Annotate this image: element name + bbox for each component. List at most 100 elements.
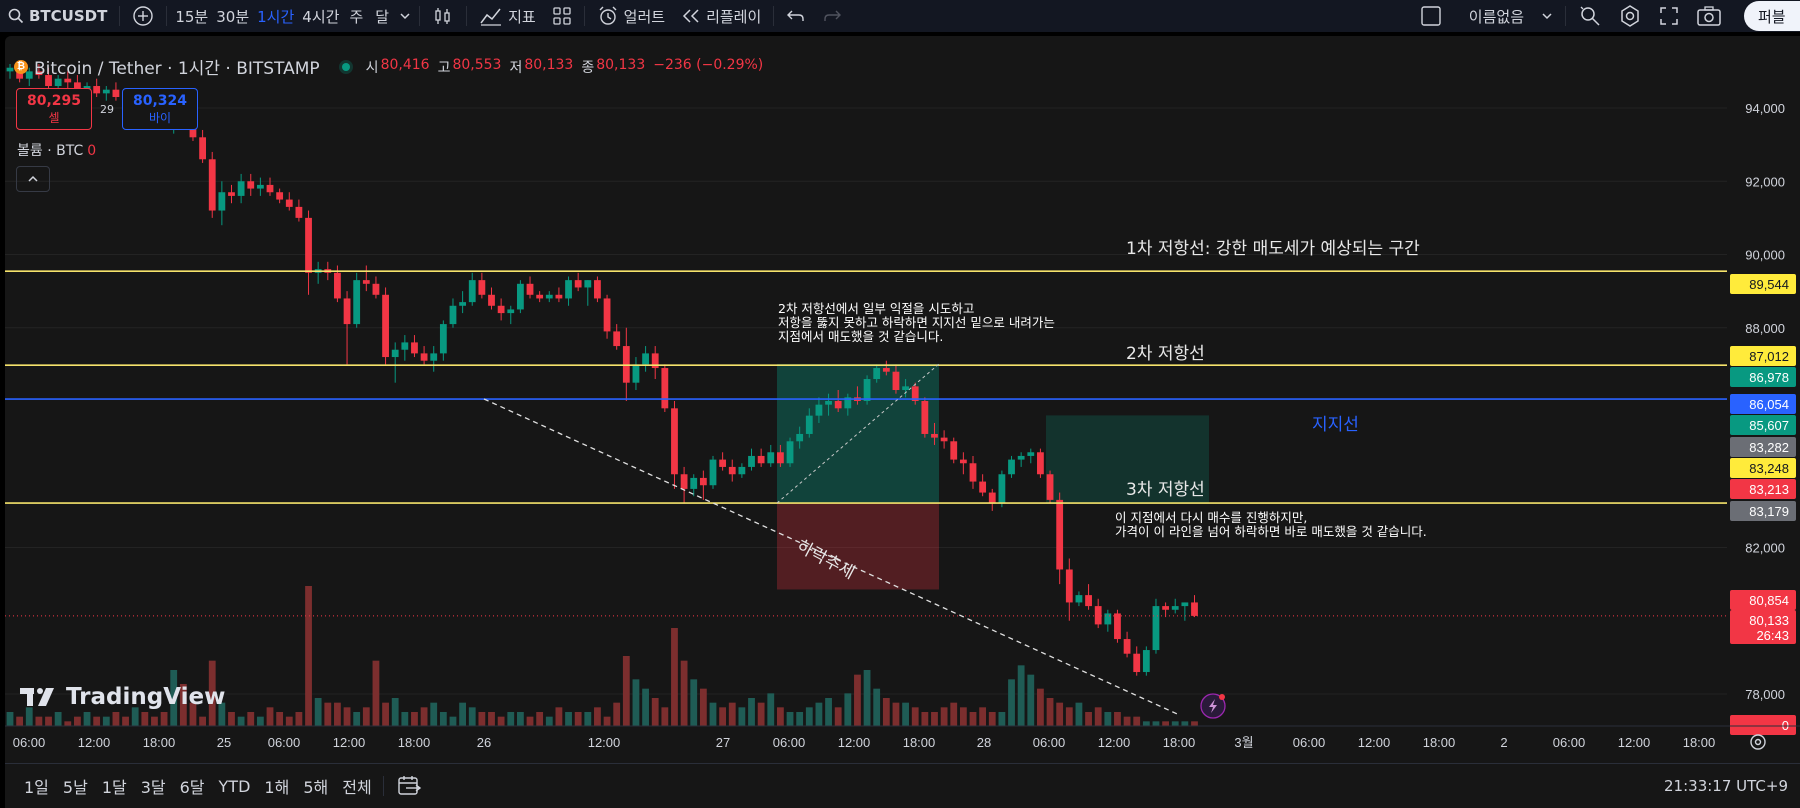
volume-bar: [555, 707, 563, 726]
time-tick-label: 06:00: [1033, 735, 1066, 750]
alert-button[interactable]: 얼러트: [589, 0, 673, 32]
candle-body: [1037, 452, 1044, 475]
camera-icon: [1696, 5, 1722, 27]
buy-button[interactable]: 80,324 바이: [122, 88, 198, 130]
note2-line1: 이 지점에서 다시 매수를 진행하지만,: [1115, 510, 1308, 525]
templates-button[interactable]: [544, 0, 580, 32]
volume-bar: [247, 712, 255, 726]
candle-body: [305, 217, 312, 273]
candle: [459, 291, 467, 314]
compare-add-button[interactable]: [124, 0, 162, 32]
price-chart[interactable]: 94,000 92,000 90,000 88,000 82,000 78,000 89,5…: [5, 36, 1800, 763]
chart-type-button[interactable]: [424, 0, 462, 32]
interval-1h[interactable]: 1시간: [253, 0, 298, 32]
quick-search-button[interactable]: [1570, 0, 1610, 32]
interval-month[interactable]: 달: [369, 0, 395, 32]
volume-bar: [1152, 721, 1160, 726]
interval-15m[interactable]: 15분: [171, 0, 212, 32]
candle-body: [1191, 602, 1198, 616]
range-5d[interactable]: 5날: [56, 774, 95, 798]
candle: [1075, 591, 1083, 607]
symbol-search-button[interactable]: BTCUSDT: [0, 0, 115, 32]
candle-body: [998, 474, 1006, 504]
volume-bar: [834, 707, 842, 726]
fullscreen-button[interactable]: [1650, 0, 1688, 32]
candle: [1094, 598, 1102, 629]
candle-body: [488, 294, 495, 306]
candle-body: [208, 159, 216, 211]
chart-pane[interactable]: 94,000 92,000 90,000 88,000 82,000 78,000 89,5…: [5, 36, 1800, 807]
sell-button[interactable]: 80,295 셀: [16, 88, 92, 130]
volume-bar: [1104, 712, 1112, 726]
indicators-button[interactable]: 지표: [471, 0, 544, 32]
interval-4h[interactable]: 4시간: [298, 0, 343, 32]
volume-bar: [1008, 679, 1015, 726]
candle-body: [545, 294, 553, 299]
time-axis: 06:00 12:00 18:00 25 06:00 12:00 18:00 26 12:00 2…: [5, 725, 1800, 750]
candle-body: [671, 408, 678, 475]
volume-bar: [613, 702, 621, 726]
volume-bar: [536, 712, 544, 726]
volume-bar: [237, 716, 245, 726]
range-1m[interactable]: 1달: [95, 774, 134, 798]
range-6m[interactable]: 6달: [173, 774, 212, 798]
range-all[interactable]: 전체: [335, 774, 378, 798]
interval-dropdown[interactable]: [395, 0, 415, 32]
tradingview-logo[interactable]: TradingView: [20, 684, 225, 710]
volume-bar: [516, 712, 524, 726]
candle: [1008, 455, 1015, 478]
price-tag: 86,978: [1730, 367, 1796, 387]
candle-body: [1162, 606, 1169, 610]
range-1d[interactable]: 1일: [17, 774, 56, 798]
volume-bar: [25, 707, 33, 726]
symbol-title[interactable]: Bitcoin / Tether · 1시간 · BITSTAMP: [34, 54, 320, 79]
volume-bar: [324, 702, 332, 726]
volume-bar: [854, 674, 861, 726]
collapse-legend-button[interactable]: [16, 166, 50, 192]
range-ytd[interactable]: YTD: [212, 777, 258, 796]
candle: [1046, 470, 1054, 504]
candle-body: [622, 346, 630, 383]
goto-date-button[interactable]: [388, 770, 430, 802]
volume-bar: [796, 712, 804, 726]
ohlc-values: 시 80,416 고 80,553 저 80,133 종 80,133 −236 (−0…: [366, 57, 770, 77]
time-tick-label: 18:00: [1683, 735, 1716, 750]
divider: [419, 6, 421, 26]
volume-bar: [64, 721, 72, 726]
replay-button[interactable]: 리플레이: [673, 0, 769, 32]
undo-button[interactable]: [778, 0, 814, 32]
interval-week[interactable]: 주: [343, 0, 369, 32]
candle: [767, 444, 775, 467]
candle-body: [613, 331, 621, 347]
candle: [863, 375, 871, 405]
candle-body: [728, 466, 736, 475]
redo-button[interactable]: [814, 0, 850, 32]
settings-button[interactable]: [1610, 0, 1650, 32]
candle-body: [1123, 639, 1131, 654]
clock-timezone[interactable]: 21:33:17 UTC+9: [1664, 777, 1788, 795]
snapshot-button[interactable]: [1688, 0, 1730, 32]
range-5y[interactable]: 5해: [296, 774, 335, 798]
volume-bar: [931, 712, 938, 726]
candle-body: [767, 452, 775, 464]
layout-menu-button[interactable]: 이름없음: [1412, 0, 1561, 32]
volume-bar: [45, 716, 52, 726]
range-3m[interactable]: 3달: [134, 774, 173, 798]
publish-button[interactable]: 퍼블: [1744, 1, 1800, 31]
market-status-icon[interactable]: [341, 62, 350, 71]
interval-30m[interactable]: 30분: [212, 0, 253, 32]
range-1y[interactable]: 1해: [257, 774, 296, 798]
volume-bar: [950, 702, 958, 726]
candle-body: [459, 302, 467, 306]
candle: [1027, 448, 1035, 464]
candle-body: [1104, 613, 1112, 625]
volume-bar: [709, 702, 717, 726]
volume-bar: [478, 712, 486, 726]
volume-bar: [266, 707, 274, 726]
volume-bar: [314, 698, 322, 726]
candle: [411, 335, 418, 358]
candle-body: [276, 192, 284, 200]
candle: [362, 265, 370, 292]
chevron-up-icon: [27, 174, 39, 184]
candle: [256, 177, 264, 196]
